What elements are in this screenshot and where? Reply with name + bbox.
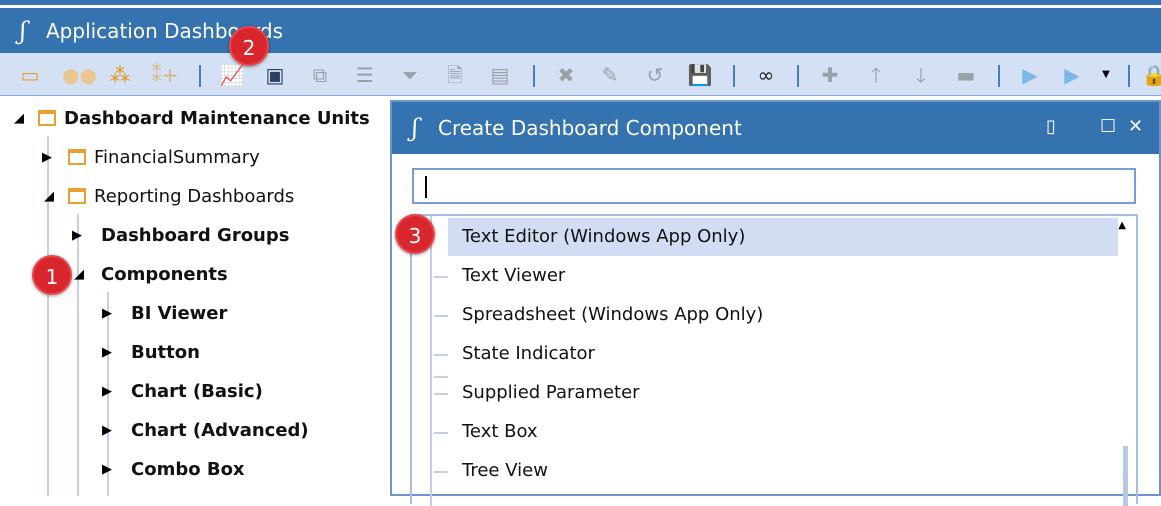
- dialog-title-bar: ʃ Create Dashboard Component ▯ ☐ ✕: [392, 102, 1159, 154]
- refresh-icon[interactable]: ↺: [641, 61, 669, 89]
- text-cursor: [425, 176, 427, 198]
- component-group-icon[interactable]: ⁂: [106, 61, 134, 89]
- component-icon[interactable]: ⧉: [306, 61, 334, 89]
- tree-item-label: BI Viewer: [131, 302, 228, 324]
- component-type-list: Text Editor (Windows App Only) Text View…: [410, 214, 1138, 506]
- tree-item-label: Chart (Advanced): [131, 419, 309, 441]
- step-badge-1: 1: [32, 255, 72, 295]
- dashboard-icon[interactable]: ▣: [261, 61, 289, 89]
- tree-line: [434, 276, 448, 278]
- list-icon[interactable]: ☰: [351, 61, 379, 89]
- tree-item-reporting-dashboards[interactable]: ◢ Reporting Dashboards: [42, 181, 294, 211]
- tree-line: [434, 432, 448, 434]
- add-member-icon[interactable]: ⁑+: [151, 61, 179, 89]
- toolbar-separator: [733, 65, 735, 87]
- tree-line: [430, 216, 432, 506]
- step-badge-3: 3: [395, 214, 435, 254]
- list-item[interactable]: Text Editor (Windows App Only): [448, 218, 1118, 256]
- step-badge-2: 2: [229, 26, 269, 66]
- component-search-input[interactable]: [412, 168, 1136, 204]
- filter-icon[interactable]: ⏷: [396, 61, 424, 89]
- maintenance-unit-tree: ◢ Dashboard Maintenance Units ▶ Financia…: [0, 100, 388, 496]
- list-item[interactable]: Tree View: [448, 452, 1118, 490]
- tree-item-label: Reporting Dashboards: [94, 185, 295, 207]
- import-icon[interactable]: ▶: [1058, 61, 1086, 89]
- collapsed-arrow-icon[interactable]: ▶: [102, 345, 112, 360]
- chart-icon[interactable]: 📈: [218, 61, 246, 89]
- collapsed-arrow-icon[interactable]: ▶: [102, 423, 112, 438]
- top-strip: [0, 0, 1161, 5]
- tree-item-label: FinancialSummary: [94, 146, 260, 168]
- toolbar-separator: [1128, 65, 1130, 87]
- tree-item-component-type[interactable]: ▶ Chart (Advanced): [102, 415, 309, 445]
- lock-icon[interactable]: 🔒: [1140, 61, 1161, 89]
- export-icon[interactable]: ▶: [1016, 61, 1044, 89]
- move-up-icon[interactable]: 🡑: [862, 61, 890, 89]
- tree-item-label: Dashboard Groups: [101, 224, 290, 246]
- tree-line: [434, 471, 448, 473]
- collapsed-arrow-icon[interactable]: ▶: [72, 228, 82, 243]
- group-icon[interactable]: ●●: [62, 61, 97, 89]
- move-down-icon[interactable]: 🡓: [907, 61, 935, 89]
- save-icon[interactable]: 💾: [686, 61, 714, 89]
- add-icon[interactable]: ✚: [816, 61, 844, 89]
- tree-line: [434, 376, 448, 378]
- tree-item-component-type[interactable]: ▶ Chart (Basic): [102, 376, 263, 406]
- collapsed-arrow-icon[interactable]: ▶: [42, 150, 52, 165]
- tree-item-component-type[interactable]: ▶ BI Viewer: [102, 298, 227, 328]
- tree-item-component-type[interactable]: ▶ Button: [102, 337, 200, 367]
- toolbar: ▭ ●● ⁂ ⁑+ 📈 ▣ ⧉ ☰ ⏷ 🗎 ▤ ✖ ✎ ↺ 💾 ∞ ✚ 🡑 🡓 …: [0, 53, 1161, 96]
- delete-icon[interactable]: ✖: [552, 61, 580, 89]
- toolbar-separator: [533, 65, 535, 87]
- maximize-button[interactable]: ☐: [1100, 116, 1116, 137]
- tree-item-root[interactable]: ◢ Dashboard Maintenance Units: [14, 103, 370, 133]
- tree-item-label: Chart (Basic): [131, 380, 263, 402]
- tree-item-dashboard-groups[interactable]: ▶ Dashboard Groups: [72, 220, 289, 250]
- list-item[interactable]: Text Box: [448, 413, 1118, 451]
- expanded-arrow-icon[interactable]: ◢: [74, 267, 84, 282]
- expanded-arrow-icon[interactable]: ◢: [44, 189, 54, 204]
- folder-icon: [68, 188, 86, 204]
- collapsed-arrow-icon[interactable]: ▶: [102, 462, 112, 477]
- search-binoculars-icon[interactable]: ∞: [752, 61, 780, 89]
- app-logo-icon: ʃ: [411, 114, 419, 142]
- app-title-bar: ʃ Application Dashboards: [0, 8, 1161, 53]
- remove-icon[interactable]: ▬: [952, 61, 980, 89]
- tree-item-label: Components: [101, 263, 228, 285]
- list-item[interactable]: Text Viewer: [448, 257, 1118, 295]
- tree-line: [77, 214, 79, 496]
- tree-item-components[interactable]: ◢ Components: [72, 259, 228, 289]
- new-maintenance-unit-icon[interactable]: ▭: [16, 61, 44, 89]
- app-logo-icon: ʃ: [19, 16, 27, 45]
- tree-line: [434, 315, 448, 317]
- list-item[interactable]: State Indicator: [448, 335, 1118, 373]
- folder-icon: [68, 149, 86, 165]
- edit-icon[interactable]: ✎: [596, 61, 624, 89]
- dropdown-caret-icon[interactable]: ▼: [1092, 61, 1120, 89]
- toolbar-separator: [797, 65, 799, 87]
- dialog-title: Create Dashboard Component: [438, 116, 742, 140]
- tree-item-label: Button: [131, 341, 200, 363]
- scrollbar-thumb[interactable]: [1123, 446, 1128, 506]
- expanded-arrow-icon[interactable]: ◢: [14, 111, 24, 126]
- toolbar-separator: [998, 65, 1000, 87]
- collapsed-arrow-icon[interactable]: ▶: [102, 384, 112, 399]
- scroll-up-arrow-icon[interactable]: ▲: [1118, 220, 1126, 231]
- close-button[interactable]: ✕: [1128, 116, 1143, 137]
- tree-line: [434, 354, 448, 356]
- folder-icon: [38, 110, 56, 126]
- tree-item-financialsummary[interactable]: ▶ FinancialSummary: [42, 142, 260, 172]
- create-dashboard-component-dialog: ʃ Create Dashboard Component ▯ ☐ ✕ Text …: [390, 100, 1161, 506]
- list-item[interactable]: Spreadsheet (Windows App Only): [448, 296, 1118, 334]
- list-item[interactable]: Supplied Parameter: [448, 374, 1118, 412]
- document-icon[interactable]: 🗎: [441, 61, 469, 89]
- collapsed-arrow-icon[interactable]: ▶: [102, 306, 112, 321]
- tree-line: [434, 393, 448, 395]
- tree-item-label: Dashboard Maintenance Units: [64, 107, 370, 129]
- toolbar-separator: [199, 65, 201, 87]
- tree-item-component-type[interactable]: ▶ Combo Box: [102, 454, 245, 484]
- tree-item-label: Combo Box: [131, 458, 245, 480]
- parameter-icon[interactable]: ▤: [486, 61, 514, 89]
- clipboard-icon[interactable]: ▯: [1046, 116, 1056, 137]
